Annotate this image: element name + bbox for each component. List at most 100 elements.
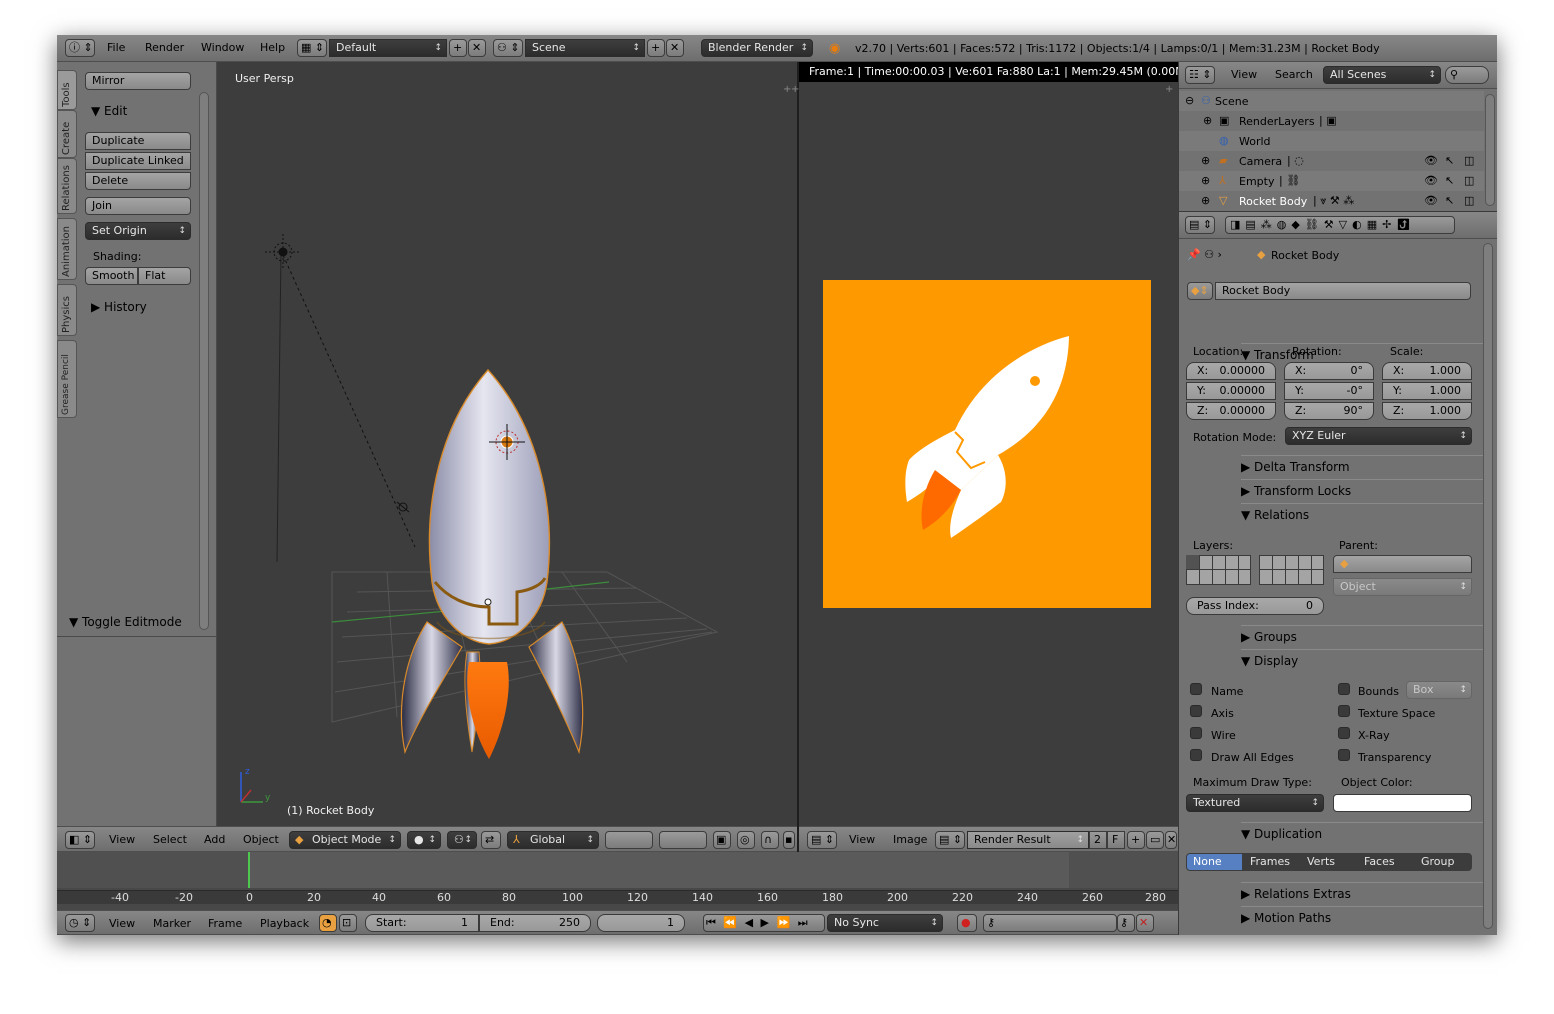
fake-user-button[interactable]: F [1107,831,1125,849]
menu-frame[interactable]: Frame [208,911,242,935]
lock-icon[interactable]: ⊡ [339,914,357,932]
menu-marker[interactable]: Marker [153,911,191,935]
texture-space-checkbox[interactable] [1338,705,1350,717]
outliner-row-rocket-body[interactable]: ⊕ ▽ Rocket Body | ⩔ ⚒ ⁂ 👁 ↖ ◫ [1179,191,1484,211]
menu-outliner-search[interactable]: Search [1275,62,1313,88]
outliner-scrollbar[interactable] [1485,94,1495,206]
transform-locks-panel-header[interactable]: ▶ Transform Locks [1241,479,1483,501]
relations-panel-header[interactable]: ▼ Relations [1241,503,1483,525]
preview-range-icon[interactable]: ◔ [319,914,337,932]
tab-relations[interactable]: Relations [57,158,77,214]
x-ray-checkbox[interactable] [1338,727,1350,739]
pivot-dropdown[interactable]: ⚇ [447,831,477,849]
groups-panel-header[interactable]: ▶ Groups [1241,625,1483,647]
rotation-mode-dropdown[interactable]: XYZ Euler [1285,427,1472,445]
3d-viewport[interactable]: User Persp z y (1) Rocket Body + [217,62,797,826]
tool-shelf-scrollbar[interactable] [199,92,209,630]
delta-transform-panel-header[interactable]: ▶ Delta Transform [1241,455,1483,477]
duplicate-button[interactable]: Duplicate [85,132,191,150]
remove-scene-icon[interactable]: ✕ [666,39,684,57]
tab-grease-pencil[interactable]: Grease Pencil [57,340,77,418]
menu-outliner-view[interactable]: View [1231,62,1257,88]
wire-checkbox[interactable] [1190,727,1202,739]
delete-button[interactable]: Delete [85,172,191,190]
menu-window[interactable]: Window [201,35,244,61]
menu-object[interactable]: Object [243,827,279,853]
object-type-icon[interactable]: ◆⇕ [1187,282,1213,300]
proportional-edit-icon[interactable]: ◎ [737,831,755,849]
layer-grid-2[interactable] [1259,555,1324,585]
image-editor[interactable]: Frame:1 | Time:00:00.03 | Ve:601 Fa:880 … [791,62,1178,826]
playback-controls[interactable]: ⏮ ⏪ ◀ ▶ ⏩ ⏭ [703,914,825,932]
scene-icon[interactable]: ⚇ ⇕ [493,39,523,57]
location-x-field[interactable]: X: 0.00000 [1186,362,1276,380]
mirror-button[interactable]: Mirror [85,72,191,90]
object-name-field[interactable]: Rocket Body [1215,282,1471,300]
outliner-row-camera[interactable]: ⊕ ▰ Camera | ◌ 👁 ↖ ◫ [1179,151,1484,171]
new-image-icon[interactable]: + [1127,831,1145,849]
tab-tools[interactable]: Tools [57,70,77,110]
bounds-checkbox[interactable] [1338,683,1350,695]
scene-field[interactable]: Scene [525,39,645,57]
max-draw-type-dropdown[interactable]: Textured [1186,794,1324,812]
toggle-editmode-header[interactable]: ▼ Toggle Editmode [69,615,182,629]
menu-view[interactable]: View [109,827,135,853]
scale-x-field[interactable]: X: 1.000 [1382,362,1472,380]
display-panel-header[interactable]: ▼ Display [1241,649,1483,671]
motion-paths-panel-header[interactable]: ▶ Motion Paths [1241,906,1483,928]
rotation-z-field[interactable]: Z: 90° [1284,402,1374,420]
orientation-dropdown[interactable]: ⅄ Global [507,831,599,849]
bounds-type-dropdown[interactable]: Box [1406,681,1472,699]
tab-animation[interactable]: Animation [57,218,77,280]
pin-icon[interactable]: 📌 ⚇ › [1187,248,1222,261]
outliner-filter-dropdown[interactable]: All Scenes [1323,66,1441,84]
menu-playback[interactable]: Playback [260,911,309,935]
outliner-row-world[interactable]: ◍ World [1179,131,1484,151]
render-preview-icon[interactable]: ▪ [783,831,795,849]
rotation-y-field[interactable]: Y: -0° [1284,382,1374,400]
properties-context-tabs[interactable]: ◨▤⁂◍◆⛓⚒▽◐▦✢⤴ [1225,216,1455,234]
layer-buttons-2[interactable] [659,831,707,849]
render-engine-dropdown[interactable]: Blender Render [701,39,813,57]
menu-add[interactable]: Add [204,827,225,853]
editor-type-3d-button[interactable]: ◧ ⇕ [65,831,95,849]
scale-z-field[interactable]: Z: 1.000 [1382,402,1472,420]
mode-dropdown[interactable]: ◆ Object Mode [289,831,401,849]
open-image-icon[interactable]: ▭ [1146,831,1164,849]
menu-help[interactable]: Help [260,35,285,61]
image-name-field[interactable]: Render Result [967,831,1089,849]
start-frame-field[interactable]: Start: 1 [365,914,479,932]
pass-index-field[interactable]: Pass Index: 0 [1186,597,1324,615]
editor-type-properties-button[interactable]: ▤ ⇕ [1185,216,1215,234]
name-checkbox[interactable] [1190,683,1202,695]
outliner-row-renderlayers[interactable]: ⊕ ▣ RenderLayers | ▣ [1179,111,1484,131]
parent-field[interactable]: ◆ [1333,555,1472,573]
manipulator-icon[interactable]: ⇄ [481,831,501,849]
draw-all-edges-checkbox[interactable] [1190,749,1202,761]
snap-icon[interactable]: ∩ [761,831,779,849]
unlink-image-icon[interactable]: ✕ [1165,831,1177,849]
flat-button[interactable]: Flat [138,267,191,285]
record-icon[interactable]: ● [957,914,977,932]
tab-physics[interactable]: Physics [57,284,77,336]
location-z-field[interactable]: Z: 0.00000 [1186,402,1276,420]
tab-create[interactable]: Create [57,110,77,158]
dup-verts-button[interactable]: Verts [1300,853,1357,871]
menu-image[interactable]: Image [893,827,927,853]
outliner-row-empty[interactable]: ⊕ ⅄ Empty | ⛓ 👁 ↖ ◫ [1179,171,1484,191]
end-frame-field[interactable]: End: 250 [479,914,591,932]
duplication-panel-header[interactable]: ▼ Duplication [1241,822,1483,844]
sync-dropdown[interactable]: No Sync [827,914,943,932]
timeline-area[interactable]: -40 -20 0 20 40 60 80 100 120 140 160 18… [57,852,1178,910]
transparency-checkbox[interactable] [1338,749,1350,761]
timeline-track[interactable] [57,852,1178,888]
current-frame-line[interactable] [248,852,250,888]
layer-lock-icon[interactable]: ▣ [713,831,731,849]
screen-layout-icon[interactable]: ▦ ⇕ [297,39,327,57]
image-browse-icon[interactable]: ▤ ⇕ [935,831,965,849]
editor-type-info-button[interactable]: ⓘ ⇕ [65,39,95,57]
layer-buttons-1[interactable] [605,831,653,849]
editor-type-timeline-button[interactable]: ◷ ⇕ [65,914,95,932]
set-origin-dropdown[interactable]: Set Origin [85,222,191,240]
parent-type-dropdown[interactable]: Object [1333,578,1472,596]
